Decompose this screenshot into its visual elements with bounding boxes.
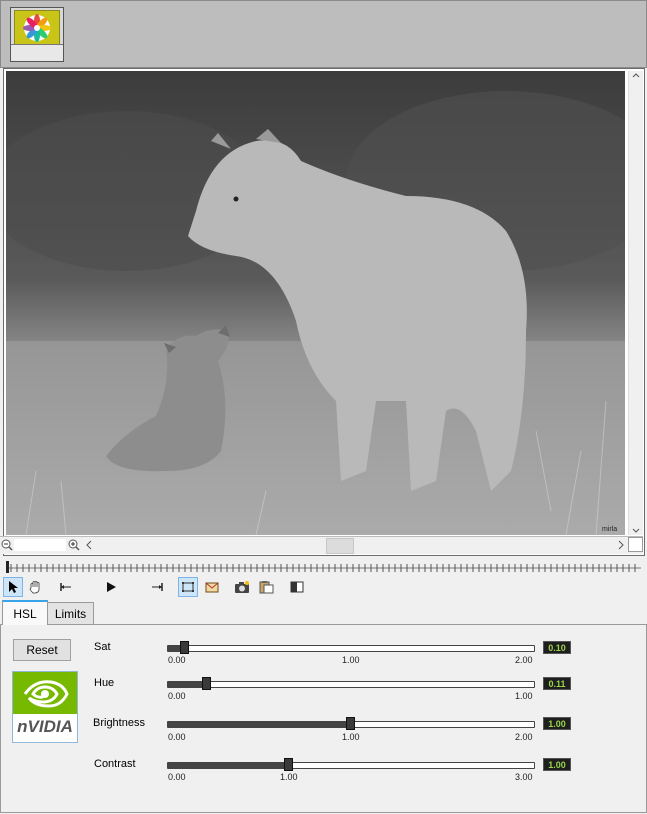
- split-view-icon[interactable]: [287, 577, 307, 597]
- scroll-right-icon[interactable]: [617, 540, 625, 553]
- settings-tab-bar: HSL Limits: [0, 600, 647, 625]
- vertical-scrollbar[interactable]: [628, 71, 643, 535]
- zoom-scroll-bar: [0, 536, 643, 554]
- image-viewport[interactable]: mirla: [3, 68, 645, 556]
- preview-image: mirla: [6, 71, 625, 535]
- brightness-min-tick: 0.00: [168, 732, 186, 742]
- tab-hsl[interactable]: HSL: [2, 600, 48, 625]
- sat-min-tick: 0.00: [168, 655, 186, 665]
- zoom-in-icon[interactable]: [68, 539, 80, 554]
- scroll-corner: [628, 537, 643, 552]
- contrast-mid-tick: 1.00: [280, 772, 298, 782]
- camera-icon[interactable]: [232, 577, 252, 597]
- hue-label: Hue: [94, 677, 115, 689]
- photo-app-icon: [14, 10, 60, 46]
- play-icon[interactable]: [101, 577, 121, 597]
- hand-pan-icon[interactable]: [25, 577, 45, 597]
- thumbnail-caption-area: [11, 44, 63, 61]
- brightness-slider-handle[interactable]: [346, 717, 355, 730]
- hsl-panel: Reset nVIDIA Sat 0.00 1.00 2.00 0.10 Hue…: [0, 625, 647, 813]
- watermark-text: mirla: [602, 526, 617, 533]
- sat-slider-handle[interactable]: [180, 641, 189, 654]
- jump-start-icon[interactable]: [56, 577, 76, 597]
- hue-slider-track[interactable]: [167, 681, 535, 688]
- zoom-slider-track[interactable]: [14, 539, 66, 551]
- nvidia-logo-text: nVIDIA: [17, 717, 73, 736]
- contrast-min-tick: 0.00: [168, 772, 186, 782]
- brightness-max-tick: 2.00: [515, 732, 533, 742]
- sat-mid-tick: 1.00: [342, 655, 360, 665]
- brightness-mid-tick: 1.00: [342, 732, 360, 742]
- sat-slider-track[interactable]: [167, 645, 535, 652]
- sat-max-tick: 2.00: [515, 655, 533, 665]
- zoom-out-icon[interactable]: [1, 539, 13, 554]
- tab-limits[interactable]: Limits: [47, 602, 94, 624]
- contrast-max-tick: 3.00: [515, 772, 533, 782]
- reset-button[interactable]: Reset: [13, 639, 71, 661]
- contrast-slider-track[interactable]: [167, 762, 535, 769]
- brightness-label: Brightness: [93, 717, 145, 729]
- contrast-value[interactable]: 1.00: [543, 758, 571, 771]
- image-icon[interactable]: [202, 577, 222, 597]
- playback-toolbar: [0, 576, 647, 598]
- arrow-pointer-icon[interactable]: [3, 577, 23, 597]
- jump-end-icon[interactable]: [147, 577, 167, 597]
- contrast-label: Contrast: [94, 758, 136, 770]
- hue-min-tick: 0.00: [168, 691, 186, 701]
- nvidia-logo: nVIDIA: [12, 671, 78, 743]
- image-thumbnail[interactable]: [10, 7, 64, 62]
- clipboard-icon[interactable]: [256, 577, 276, 597]
- thumbnail-bar: [0, 0, 647, 68]
- contrast-slider-handle[interactable]: [284, 758, 293, 771]
- hue-max-tick: 1.00: [515, 691, 533, 701]
- sat-label: Sat: [94, 641, 111, 653]
- scroll-left-icon[interactable]: [85, 540, 93, 553]
- hue-value[interactable]: 0.11: [543, 677, 571, 690]
- timeline-scrubber[interactable]: [3, 560, 643, 574]
- brightness-value[interactable]: 1.00: [543, 717, 571, 730]
- hue-slider-handle[interactable]: [202, 677, 211, 690]
- sat-value[interactable]: 0.10: [543, 641, 571, 654]
- horizontal-scroll-thumb[interactable]: [326, 538, 354, 554]
- crop-select-icon[interactable]: [178, 577, 198, 597]
